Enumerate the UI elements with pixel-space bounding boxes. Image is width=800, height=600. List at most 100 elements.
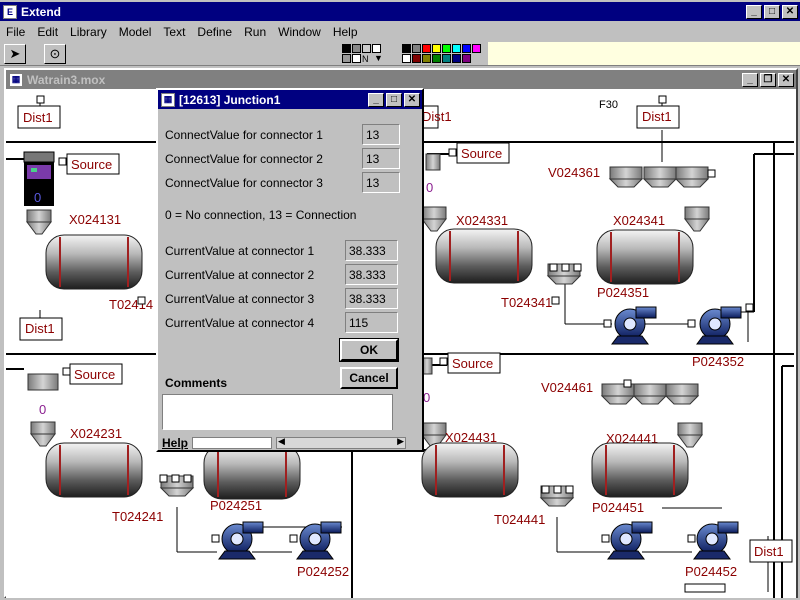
- menu-model[interactable]: Model: [113, 25, 158, 39]
- source-block-b[interactable]: Source: [69, 363, 123, 385]
- help-field[interactable]: [192, 437, 273, 449]
- menu-help[interactable]: Help: [327, 25, 364, 39]
- menu-bar: File Edit Library Model Text Define Run …: [0, 22, 800, 41]
- hopper-icon: [684, 206, 710, 232]
- source-block-c[interactable]: Source: [456, 142, 510, 164]
- pointer-tool-icon[interactable]: ➤: [4, 44, 26, 64]
- menu-window[interactable]: Window: [272, 25, 327, 39]
- dialog-icon[interactable]: ▦: [161, 92, 175, 107]
- label-t024441: T024441: [494, 512, 545, 527]
- comments-scrollbar[interactable]: [392, 394, 406, 430]
- minimize-button[interactable]: _: [746, 4, 762, 19]
- color-swatch[interactable]: [402, 54, 411, 63]
- junction-block-a[interactable]: 0: [23, 151, 55, 206]
- comments-textarea[interactable]: [162, 394, 406, 430]
- label-t02414: T02414: [109, 297, 153, 312]
- menu-run[interactable]: Run: [238, 25, 272, 39]
- color-swatch[interactable]: [472, 44, 481, 53]
- comments-label: Comments: [165, 376, 228, 390]
- color-swatch[interactable]: [462, 44, 471, 53]
- dist-block-a[interactable]: Dist1: [17, 105, 61, 129]
- color-swatch[interactable]: [452, 54, 461, 63]
- current-value-2[interactable]: 38.333: [345, 264, 398, 285]
- scroll-right-icon[interactable]: ▶: [397, 436, 404, 447]
- dialog-close-button[interactable]: ✕: [404, 92, 420, 107]
- pump-p024352[interactable]: [696, 306, 742, 345]
- color-swatch[interactable]: [402, 44, 411, 53]
- svg-text:Dist1: Dist1: [25, 321, 55, 336]
- color-swatch[interactable]: [422, 54, 431, 63]
- model-window-icon[interactable]: ▦: [9, 72, 23, 87]
- pump-p024451[interactable]: [607, 521, 653, 560]
- scroll-left-icon[interactable]: ◀: [278, 436, 285, 447]
- menu-library[interactable]: Library: [64, 25, 113, 39]
- model-minimize-button[interactable]: _: [742, 72, 758, 87]
- menu-define[interactable]: Define: [191, 25, 238, 39]
- svg-text:Dist1: Dist1: [23, 110, 53, 125]
- pump-p024452[interactable]: [693, 521, 739, 560]
- cancel-button[interactable]: Cancel: [340, 367, 398, 389]
- model-restore-button[interactable]: ❐: [760, 72, 776, 87]
- junction-block-b[interactable]: [27, 373, 59, 391]
- model-close-button[interactable]: ✕: [778, 72, 794, 87]
- svg-text:Dist1: Dist1: [422, 109, 452, 124]
- dialog-minimize-button[interactable]: _: [368, 92, 384, 107]
- hopper-icon: [421, 206, 447, 232]
- help-button[interactable]: Help: [162, 436, 188, 450]
- connector-tool-icon[interactable]: ⊙: [44, 44, 66, 64]
- dialog-maximize-button[interactable]: □: [386, 92, 402, 107]
- source-block-a[interactable]: Source: [66, 153, 120, 175]
- tank-x024131[interactable]: [45, 234, 143, 290]
- color-swatch[interactable]: [422, 44, 431, 53]
- color-swatch[interactable]: [412, 54, 421, 63]
- pump-p024251[interactable]: [218, 521, 264, 560]
- ok-button[interactable]: OK: [339, 338, 399, 362]
- color-palette[interactable]: [402, 43, 486, 65]
- close-button[interactable]: ✕: [782, 4, 798, 19]
- app-icon[interactable]: E: [3, 4, 17, 19]
- hopper-icon: [677, 422, 703, 448]
- valve-bank-v024461[interactable]: [601, 383, 699, 405]
- source-block-d[interactable]: Source: [447, 352, 501, 374]
- svg-text:Source: Source: [452, 356, 493, 371]
- dist-block-d[interactable]: Dist1: [419, 105, 452, 129]
- dist-block-e[interactable]: Dist1: [749, 539, 793, 563]
- maximize-button[interactable]: □: [764, 4, 780, 19]
- color-swatch[interactable]: [442, 54, 451, 63]
- tank-x024441[interactable]: [591, 442, 689, 498]
- color-swatch[interactable]: [432, 54, 441, 63]
- connect-value-3[interactable]: 13: [362, 172, 400, 193]
- connect-value-1[interactable]: 13: [362, 124, 400, 145]
- partial-block[interactable]: [684, 583, 726, 593]
- pump-p024252[interactable]: [296, 521, 342, 560]
- label-t024241: T024241: [112, 509, 163, 524]
- dist-block-b[interactable]: Dist1: [19, 317, 63, 341]
- label-x024331: X024331: [456, 213, 508, 228]
- color-swatch[interactable]: [432, 44, 441, 53]
- current-value-4[interactable]: 115: [345, 312, 398, 333]
- color-swatch[interactable]: [452, 44, 461, 53]
- pattern-n-icon: N: [362, 54, 369, 64]
- menu-file[interactable]: File: [0, 25, 31, 39]
- tank-x024341[interactable]: [596, 229, 694, 285]
- pattern-palette[interactable]: N ▼: [342, 43, 396, 65]
- tank-x024331[interactable]: [435, 228, 533, 284]
- pattern-dropdown-icon[interactable]: ▼: [374, 53, 383, 63]
- color-swatch[interactable]: [442, 44, 451, 53]
- menu-text[interactable]: Text: [157, 25, 191, 39]
- tank-left-second[interactable]: [203, 444, 301, 500]
- dist-block-c[interactable]: Dist1: [636, 105, 680, 129]
- tank-x024431[interactable]: [421, 442, 519, 498]
- current-value-3[interactable]: 38.333: [345, 288, 398, 309]
- valve-bank-v024361[interactable]: [609, 166, 709, 188]
- help-scrollbar[interactable]: ◀ ▶: [276, 436, 406, 449]
- menu-edit[interactable]: Edit: [31, 25, 64, 39]
- pump-p024351[interactable]: [611, 306, 657, 345]
- current-value-1[interactable]: 38.333: [345, 240, 398, 261]
- tank-x024231[interactable]: [45, 442, 143, 498]
- color-swatch[interactable]: [462, 54, 471, 63]
- zero-value-c: 0: [426, 180, 433, 195]
- junction-block-c[interactable]: [425, 153, 441, 171]
- color-swatch[interactable]: [412, 44, 421, 53]
- connect-value-2[interactable]: 13: [362, 148, 400, 169]
